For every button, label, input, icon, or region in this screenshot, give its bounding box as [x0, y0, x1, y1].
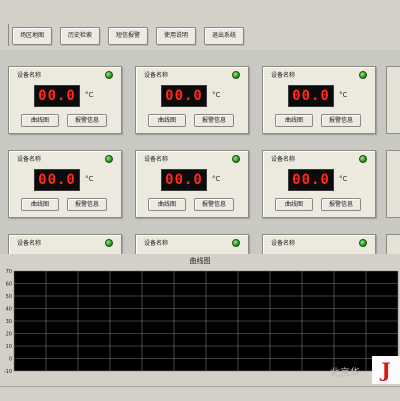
- temperature-display: 00.0: [34, 85, 80, 107]
- brand-logo: J: [372, 356, 400, 384]
- alarm-info-button[interactable]: 报警信息: [67, 198, 107, 211]
- temperature-display: 00.0: [288, 85, 334, 107]
- curve-chart: 70 60 50 40 30 20 10 0 -10: [4, 269, 399, 373]
- chart-y-tick-label: 70: [6, 269, 12, 275]
- curve-button[interactable]: 曲线图: [275, 198, 313, 211]
- curve-button[interactable]: 曲线图: [148, 114, 186, 127]
- unit-label: °C: [85, 175, 94, 183]
- status-led-icon: [359, 239, 367, 247]
- chart-y-tick-label: 10: [6, 344, 12, 350]
- device-name: 设备名称: [17, 240, 42, 247]
- status-led-icon: [105, 155, 113, 163]
- chart-y-tick-label: 60: [6, 282, 12, 288]
- temperature-display: 00.0: [34, 169, 80, 191]
- map-button[interactable]: 场区地图: [12, 27, 52, 45]
- status-led-icon: [232, 71, 240, 79]
- unit-label: °C: [339, 175, 348, 183]
- unit-label: °C: [339, 91, 348, 99]
- unit-label: °C: [85, 91, 94, 99]
- status-led-icon: [232, 239, 240, 247]
- device-name: 设备名称: [271, 240, 296, 247]
- alarm-info-button[interactable]: 报警信息: [194, 198, 234, 211]
- curve-button[interactable]: 曲线图: [275, 114, 313, 127]
- alarm-info-button[interactable]: 报警信息: [67, 114, 107, 127]
- device-name: 设备名称: [271, 156, 296, 163]
- device-panel: 设备名称 00.0 °C 曲线图 报警信息: [262, 66, 376, 134]
- sms-alarm-button[interactable]: 短信报警: [108, 27, 148, 45]
- status-led-icon: [232, 155, 240, 163]
- device-name: 设备名称: [17, 72, 42, 79]
- unit-label: °C: [212, 175, 221, 183]
- history-search-button[interactable]: 历史检索: [60, 27, 100, 45]
- chart-y-tick-label: 20: [6, 332, 12, 338]
- device-panel: 设备名称 00.0 °C 曲线图 报警信息: [8, 150, 122, 218]
- watermark-text: 北京华: [330, 368, 360, 379]
- curve-button[interactable]: 曲线图: [21, 114, 59, 127]
- device-panel: 设备名称 00.0 °C 曲线图 报警信息: [135, 150, 249, 218]
- device-name: 设备名称: [144, 72, 169, 79]
- curve-button[interactable]: 曲线图: [148, 198, 186, 211]
- chart-y-tick-label: 50: [6, 294, 12, 300]
- status-bar: [0, 386, 400, 401]
- chart-y-tick-label: -10: [4, 369, 12, 373]
- temperature-display: 00.0: [288, 169, 334, 191]
- status-led-icon: [359, 71, 367, 79]
- chart-y-tick-label: 40: [6, 307, 12, 313]
- device-panel: 设备名称 00.0 °C 曲线图 报警信息: [8, 66, 122, 134]
- device-name: 设备名称: [271, 72, 296, 79]
- partial-device-panel: [386, 150, 400, 218]
- unit-label: °C: [212, 91, 221, 99]
- partial-device-panel: [386, 66, 400, 134]
- device-panel: 设备名称 00.0 °C 曲线图 报警信息: [135, 66, 249, 134]
- alarm-info-button[interactable]: 报警信息: [194, 114, 234, 127]
- device-name: 设备名称: [144, 240, 169, 247]
- chart-y-tick-label: 30: [6, 319, 12, 325]
- instructions-button[interactable]: 使用说明: [156, 27, 196, 45]
- status-led-icon: [105, 71, 113, 79]
- alarm-info-button[interactable]: 报警信息: [321, 114, 361, 127]
- status-led-icon: [359, 155, 367, 163]
- device-name: 设备名称: [17, 156, 42, 163]
- curve-button[interactable]: 曲线图: [21, 198, 59, 211]
- temperature-display: 00.0: [161, 169, 207, 191]
- chart-y-tick-label: 0: [9, 357, 12, 363]
- status-led-icon: [105, 239, 113, 247]
- temperature-display: 00.0: [161, 85, 207, 107]
- toolbar-left-edge: [0, 24, 9, 46]
- exit-system-button[interactable]: 退出系统: [204, 27, 244, 45]
- toolbar: 场区地图 历史检索 短信报警 使用说明 退出系统: [0, 0, 400, 51]
- device-panel: 设备名称 00.0 °C 曲线图 报警信息: [262, 150, 376, 218]
- device-name: 设备名称: [144, 156, 169, 163]
- alarm-info-button[interactable]: 报警信息: [321, 198, 361, 211]
